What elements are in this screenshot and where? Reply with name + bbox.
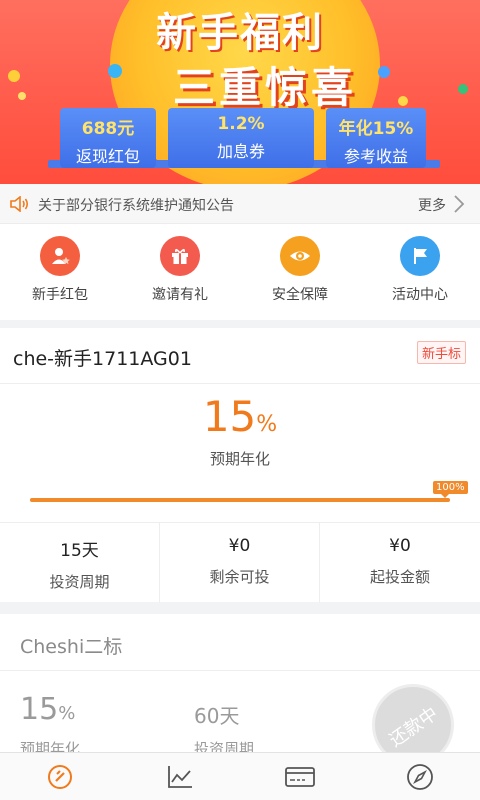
decor-dot: [458, 84, 468, 94]
quick-label: 邀请有礼: [152, 287, 208, 303]
tile-interest-coupon: 1.2% 加息券: [168, 108, 314, 168]
stat-remaining: ¥0 剩余可投: [160, 522, 320, 602]
newbie-badge: 新手标: [416, 341, 466, 364]
promo-banner[interactable]: 新手福利 三重惊喜 688元 返现红包 1.2% 加息券 年化15% 参考收益: [0, 0, 480, 184]
chevron-right-icon[interactable]: [452, 195, 466, 213]
decor-dot: [8, 70, 20, 82]
tab-discover[interactable]: [360, 761, 480, 793]
quick-label: 安全保障: [272, 287, 328, 303]
quick-label: 新手红包: [32, 287, 88, 303]
tile-label: 加息券: [216, 142, 265, 161]
decor-dot: [398, 96, 408, 106]
tile-label: 返现红包: [75, 147, 140, 166]
tab-home[interactable]: [0, 761, 120, 793]
flag-icon: [400, 236, 440, 276]
stat-label: 起投金额: [369, 568, 430, 586]
product-name: Cheshi二标: [20, 636, 123, 658]
notice-bar[interactable]: 关于部分银行系统维护通知公告 更多: [0, 184, 480, 224]
notice-text[interactable]: 关于部分银行系统维护通知公告: [38, 195, 234, 215]
duration-value: 60天: [194, 704, 240, 728]
decor-dot: [108, 64, 122, 78]
stat-min-investment: ¥0 起投金额: [320, 522, 480, 602]
more-link[interactable]: 更多: [418, 195, 446, 215]
product-card-newbie[interactable]: che-新手1711AG01 新手标 15% 预期年化 100% 15天 投资周…: [0, 328, 480, 602]
speaker-icon: [10, 196, 29, 212]
progress-fill: [30, 498, 450, 502]
tile-value: 1.2%: [217, 114, 265, 134]
divider: [0, 670, 480, 671]
expected-rate: 15%: [20, 692, 75, 727]
divider: [0, 383, 480, 384]
quick-item-activity-center[interactable]: 活动中心: [360, 236, 480, 304]
stat-value: ¥0: [228, 536, 251, 556]
tile-value: 688元: [81, 119, 135, 139]
stat-label: 投资周期: [49, 573, 110, 591]
product-name: che-新手1711AG01: [13, 348, 192, 370]
quick-item-invite[interactable]: 邀请有礼: [120, 236, 240, 304]
compass-icon: [407, 764, 433, 790]
rate-number: 15: [202, 392, 257, 441]
stat-value: ¥0: [389, 536, 411, 556]
rate-label: 预期年化: [209, 450, 270, 468]
stamp-text: 还款中: [385, 703, 443, 752]
rate-percent: %: [256, 412, 278, 437]
banner-tiles: 688元 返现红包 1.2% 加息券 年化15% 参考收益: [48, 108, 440, 168]
tab-invest[interactable]: [120, 761, 240, 793]
progress-bar: [30, 498, 450, 502]
tile-value: 年化15%: [338, 119, 414, 139]
quick-item-newbie-redpacket[interactable]: 新手红包: [0, 236, 120, 304]
chart-line-icon: [168, 766, 192, 788]
rate-percent: %: [58, 703, 76, 724]
quick-item-security[interactable]: 安全保障: [240, 236, 360, 304]
quick-nav: 新手红包 邀请有礼 安全保障 活动中心: [0, 224, 480, 320]
quick-label: 活动中心: [392, 287, 448, 303]
banner-title-line2: 三重惊喜: [172, 63, 357, 112]
banner-title-line1: 新手福利: [156, 10, 324, 56]
rate-number: 15: [20, 692, 59, 727]
bottom-tab-bar: [0, 752, 480, 800]
tile-cashback: 688元 返现红包: [60, 108, 156, 168]
tile-label: 参考收益: [343, 147, 408, 166]
stat-label: 剩余可投: [209, 568, 270, 586]
stat-value: 15天: [60, 541, 99, 561]
tile-reference-return: 年化15% 参考收益: [326, 108, 426, 168]
decor-dot: [18, 92, 26, 100]
home-coin-icon: [48, 765, 72, 789]
progress-tag: 100%: [433, 481, 468, 498]
card-icon: [285, 767, 315, 787]
expected-rate: 15%: [0, 392, 480, 441]
user-star-icon: [40, 236, 80, 276]
stat-period: 15天 投资周期: [0, 522, 160, 602]
tab-account[interactable]: [240, 761, 360, 793]
eye-shield-icon: [280, 236, 320, 276]
gift-icon: [160, 236, 200, 276]
